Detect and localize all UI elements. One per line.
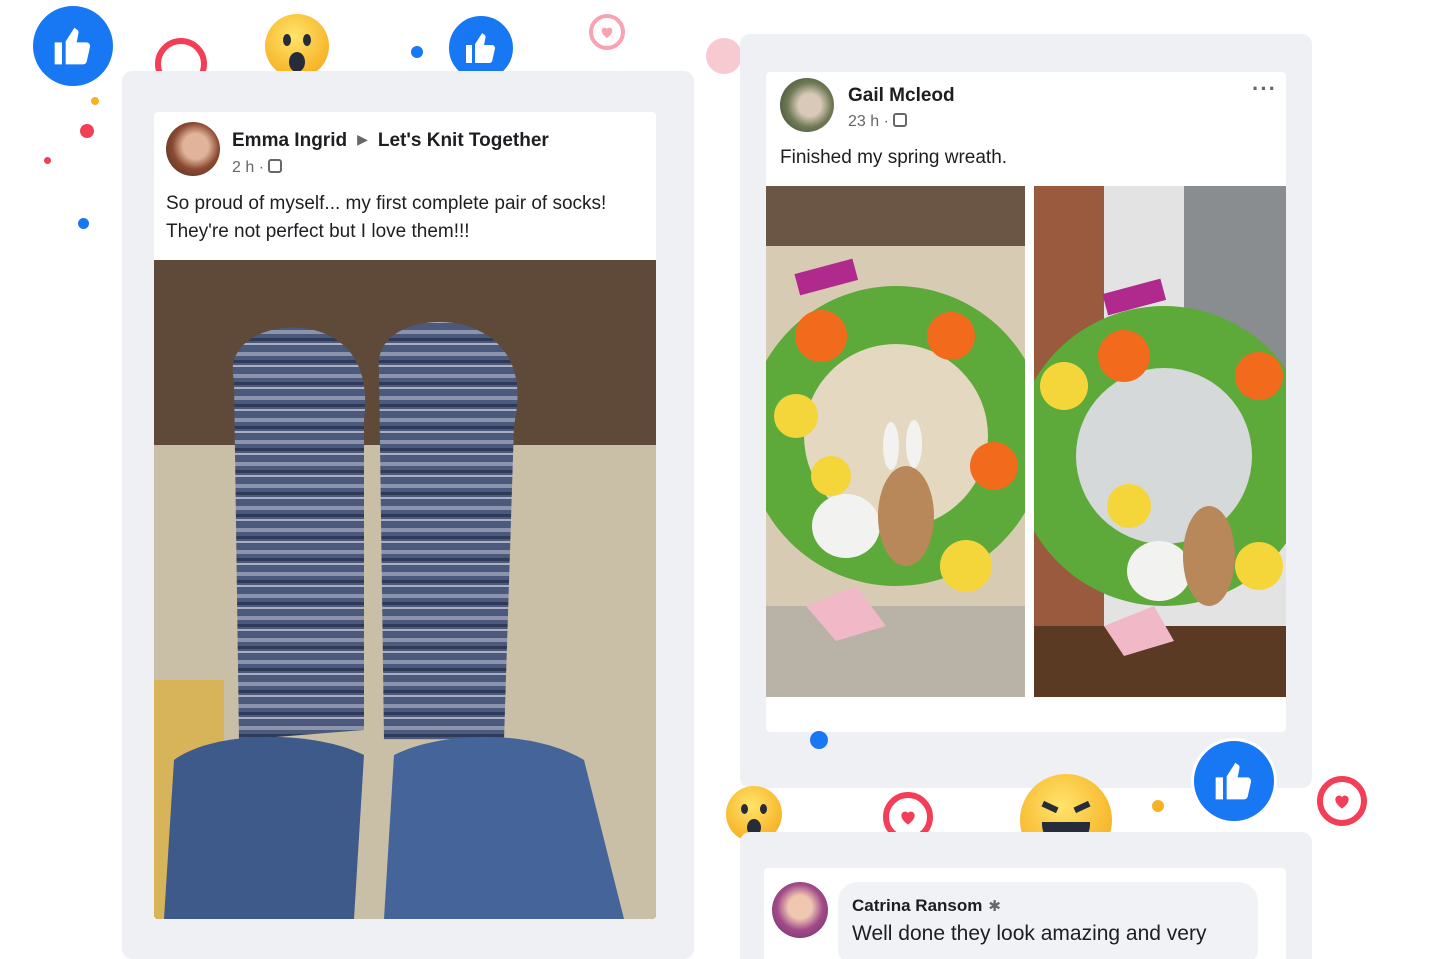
more-options-button[interactable]: ··· [1252, 76, 1277, 102]
spring-wreath-photo-2[interactable] [1034, 186, 1286, 697]
post-timestamp: 2 h · [232, 159, 283, 177]
avatar[interactable] [772, 882, 828, 938]
decor-dot [78, 218, 89, 229]
decor-dot [44, 157, 51, 164]
group-privacy-icon [268, 159, 283, 173]
post-time[interactable]: 23 h · [848, 113, 889, 130]
comment-author-line: Catrina Ransom ✱ [852, 896, 1242, 916]
group-privacy-icon [892, 113, 907, 127]
decor-dot [810, 731, 828, 749]
post-card-gail: Gail Mcleod 23 h · ··· Finished my sprin… [766, 72, 1286, 732]
star-icon: ✱ [988, 898, 1001, 915]
love-reaction-icon [1317, 776, 1367, 826]
comment-bubble[interactable]: Catrina Ransom ✱ Well done they look amaz… [838, 882, 1258, 959]
decor-dot [411, 46, 423, 58]
love-reaction-icon [589, 14, 625, 50]
post-text: So proud of myself... my first complete … [166, 193, 607, 242]
decor-dot [706, 38, 742, 74]
decor-dot [91, 97, 99, 105]
post-text: Finished my spring wreath. [780, 147, 1008, 168]
share-arrow-icon: ▶ [357, 131, 368, 147]
comment-text: Well done they look amazing and very [852, 922, 1207, 945]
post-author-name[interactable]: Emma Ingrid [232, 130, 347, 151]
decor-dot [80, 124, 94, 138]
post-card-emma: Emma Ingrid ▶ Let's Knit Together 2 h · So… [154, 112, 656, 919]
wow-reaction-icon [265, 14, 329, 78]
like-reaction-icon [1191, 738, 1277, 824]
post-time[interactable]: 2 h · [232, 159, 264, 176]
post-author-line: Emma Ingrid ▶ Let's Knit Together [232, 130, 549, 152]
like-reaction-icon [30, 3, 116, 89]
avatar[interactable] [780, 78, 834, 132]
comment-card: Catrina Ransom ✱ Well done they look amaz… [764, 868, 1286, 959]
post-timestamp: 23 h · [848, 113, 907, 131]
knitted-socks-photo[interactable] [154, 260, 656, 919]
decor-dot [1152, 800, 1164, 812]
avatar[interactable] [166, 122, 220, 176]
post-group-name[interactable]: Let's Knit Together [378, 130, 549, 151]
comment-author[interactable]: Catrina Ransom [852, 896, 982, 915]
post-author-name[interactable]: Gail Mcleod [848, 85, 955, 107]
spring-wreath-photo-1[interactable] [766, 186, 1025, 697]
